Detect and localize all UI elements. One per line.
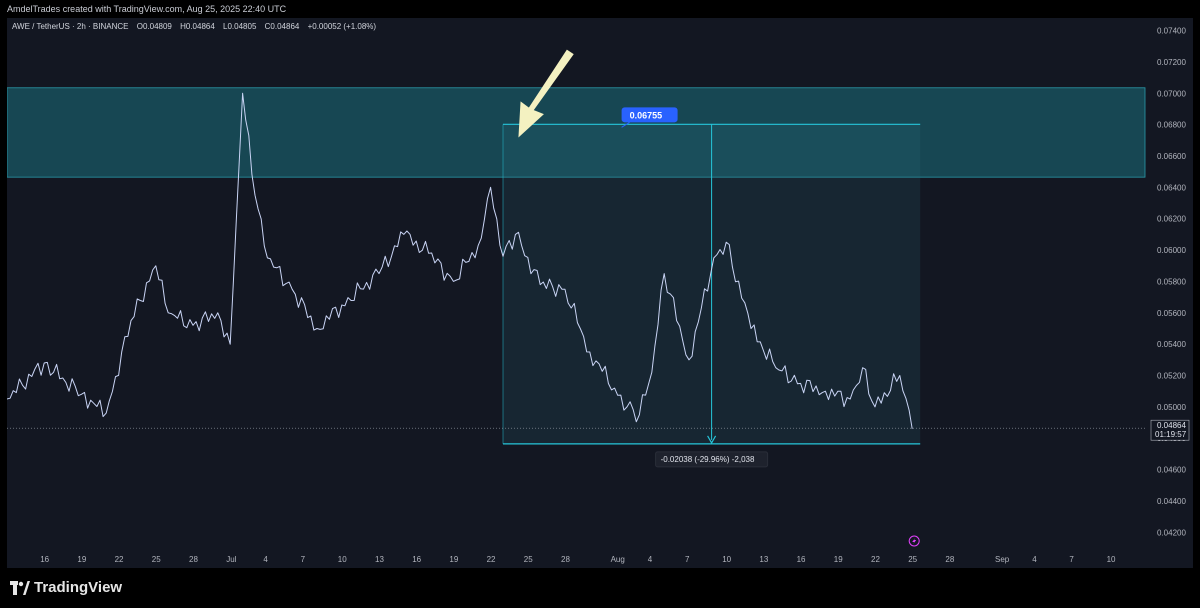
x-axis-tick-label: 25 bbox=[524, 555, 533, 564]
x-axis-tick-label: 13 bbox=[759, 555, 768, 564]
y-axis-tick-label: 0.04400 bbox=[1157, 497, 1186, 506]
x-axis-tick-label: 4 bbox=[1032, 555, 1037, 564]
x-axis-tick-label: 4 bbox=[648, 555, 653, 564]
x-axis-tick-label: 25 bbox=[152, 555, 161, 564]
y-axis-tick-label: 0.06600 bbox=[1157, 152, 1186, 161]
x-axis-tick-label: 22 bbox=[871, 555, 880, 564]
y-axis-tick-label: 0.05600 bbox=[1157, 309, 1186, 318]
x-axis-tick-label: 19 bbox=[449, 555, 458, 564]
y-axis-tick-label: 0.07200 bbox=[1157, 58, 1186, 67]
bottom-bar: TradingView bbox=[0, 568, 1200, 608]
tradingview-logo-icon bbox=[10, 580, 30, 595]
x-axis-tick-label: 22 bbox=[487, 555, 496, 564]
x-axis-tick-label: 19 bbox=[77, 555, 86, 564]
chart-caption: AmdelTrades created with TradingView.com… bbox=[7, 4, 287, 14]
ohlc-low: L0.04805 bbox=[223, 22, 257, 31]
brand-name: TradingView bbox=[34, 579, 123, 596]
ohlc-high: H0.04864 bbox=[180, 22, 215, 31]
ohlc-open: O0.04809 bbox=[136, 22, 172, 31]
y-axis-tick-label: 0.05400 bbox=[1157, 340, 1186, 349]
y-axis-tick-label: 0.06000 bbox=[1157, 246, 1186, 255]
x-axis-tick-label: 10 bbox=[1107, 555, 1116, 564]
x-axis-tick-label: 16 bbox=[412, 555, 421, 564]
price-chart-svg[interactable]: 0.042000.044000.046000.048000.050000.052… bbox=[6, 18, 1193, 568]
x-axis-tick-label: 10 bbox=[722, 555, 731, 564]
y-axis-tick-label: 0.04200 bbox=[1157, 528, 1186, 537]
chart-area[interactable]: 0.042000.044000.046000.048000.050000.052… bbox=[6, 18, 1193, 568]
y-axis-tick-label: 0.05800 bbox=[1157, 277, 1186, 286]
symbol-pair[interactable]: AWE / TetherUS · 2h · BINANCE bbox=[12, 22, 128, 31]
x-axis-tick-label: Aug bbox=[611, 555, 625, 564]
ohlc-change: +0.00052 (+1.08%) bbox=[307, 22, 377, 31]
x-axis-tick-label: 22 bbox=[115, 555, 124, 564]
x-axis-tick-label: 16 bbox=[797, 555, 806, 564]
y-axis-tick-label: 0.07000 bbox=[1157, 89, 1186, 98]
x-axis-tick-label: 7 bbox=[1069, 555, 1074, 564]
y-axis-tick-label: 0.06200 bbox=[1157, 215, 1186, 224]
x-axis-tick-label: 28 bbox=[945, 555, 954, 564]
x-axis-tick-label: 13 bbox=[375, 555, 384, 564]
change-label: -0.02038 (-29.96%) -2,038 bbox=[661, 455, 755, 464]
x-axis-tick-label: Sep bbox=[995, 555, 1010, 564]
y-axis-tick-label: 0.07400 bbox=[1157, 27, 1186, 36]
y-axis-tick-label: 0.05200 bbox=[1157, 372, 1186, 381]
x-axis-tick-label: 25 bbox=[908, 555, 917, 564]
target-price-label: 0.06755 bbox=[630, 110, 663, 120]
top-bar: AmdelTrades created with TradingView.com… bbox=[0, 0, 1200, 18]
tradingview-logo[interactable]: TradingView bbox=[10, 579, 122, 596]
y-axis-tick-label: 0.06400 bbox=[1157, 183, 1186, 192]
last-price-countdown: 01:19:57 bbox=[1155, 430, 1187, 439]
y-axis-tick-label: 0.04600 bbox=[1157, 466, 1186, 475]
x-axis-tick-label: 28 bbox=[561, 555, 570, 564]
x-axis-tick-label: 16 bbox=[40, 555, 49, 564]
x-axis-tick-label: 7 bbox=[685, 555, 690, 564]
last-price-value: 0.04864 bbox=[1157, 421, 1186, 430]
symbol-info-bar: AWE / TetherUS · 2h · BINANCE O0.04809 H… bbox=[12, 22, 382, 31]
x-axis-tick-label: 28 bbox=[189, 555, 198, 564]
x-axis-tick-label: 4 bbox=[263, 555, 268, 564]
x-axis-tick-label: 19 bbox=[834, 555, 843, 564]
y-axis-tick-label: 0.06800 bbox=[1157, 121, 1186, 130]
ohlc-close: C0.04864 bbox=[264, 22, 300, 31]
x-axis-tick-label: 10 bbox=[338, 555, 347, 564]
y-axis-tick-label: 0.05000 bbox=[1157, 403, 1186, 412]
x-axis-tick-label: 7 bbox=[301, 555, 306, 564]
x-axis-tick-label: Jul bbox=[226, 555, 236, 564]
